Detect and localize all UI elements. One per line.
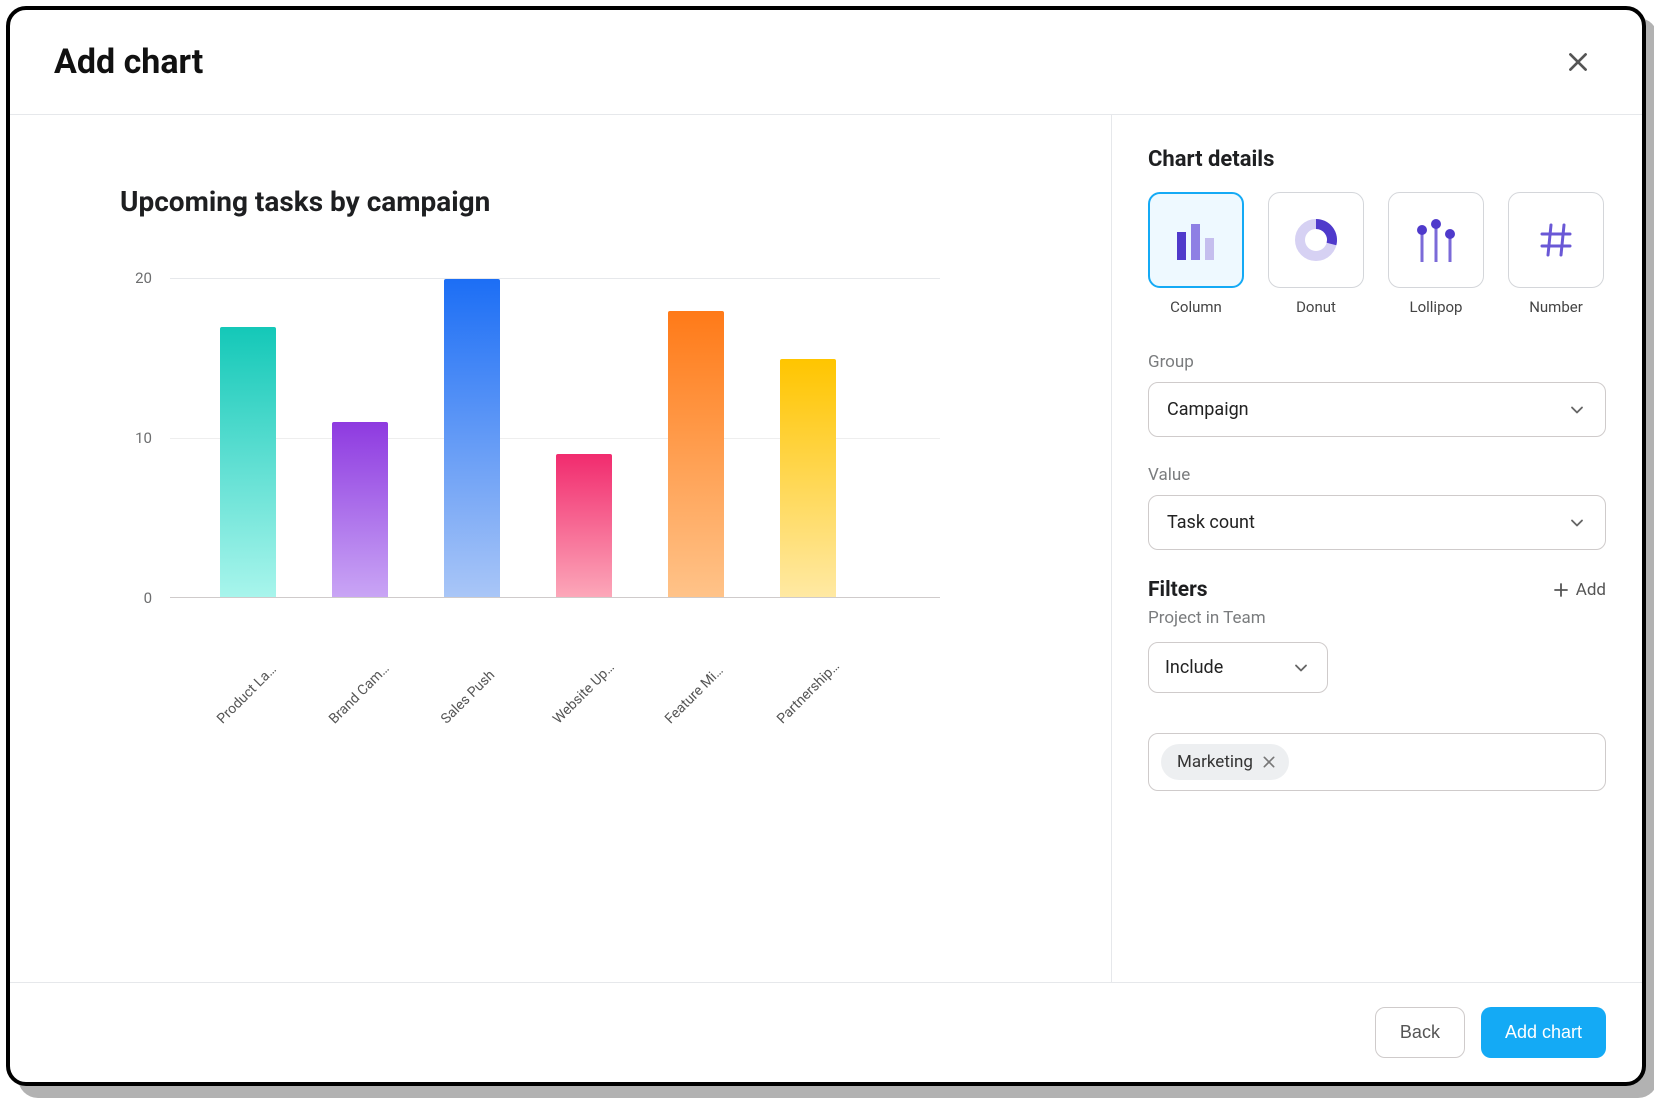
modal-body: Upcoming tasks by campaign 20 10 0 [10, 115, 1642, 982]
chart-type-picker: Column Donut [1148, 192, 1606, 316]
x-axis: Product La… Brand Cam… Sales Push Websit… [170, 682, 940, 698]
value-select-value: Task count [1167, 512, 1255, 533]
filter-tags-box[interactable]: Marketing [1148, 733, 1606, 791]
column-chart-icon [1173, 220, 1219, 260]
bar-website-update [556, 454, 612, 597]
plot-area [170, 278, 940, 598]
chart-type-label: Lollipop [1410, 298, 1463, 316]
bar-feature-migration [668, 311, 724, 597]
value-select[interactable]: Task count [1148, 495, 1606, 550]
y-tick: 0 [144, 589, 152, 607]
chart-type-column-box [1148, 192, 1244, 288]
add-chart-button[interactable]: Add chart [1481, 1007, 1606, 1058]
close-icon [1565, 49, 1591, 75]
chart-type-donut-box [1268, 192, 1364, 288]
plus-icon [1552, 581, 1570, 599]
back-button[interactable]: Back [1375, 1007, 1465, 1058]
number-icon [1536, 220, 1576, 260]
add-filter-label: Add [1576, 580, 1606, 600]
chart-type-lollipop-box [1388, 192, 1484, 288]
chart-area: 20 10 0 Product La… [120, 278, 940, 628]
chart-type-number-box [1508, 192, 1604, 288]
bar-sales-push [444, 279, 500, 597]
x-label: Website Up… [550, 676, 601, 727]
y-axis: 20 10 0 [120, 278, 160, 598]
chart-details-heading: Chart details [1148, 147, 1606, 172]
chevron-down-icon [1291, 658, 1311, 678]
bar-partnership [780, 359, 836, 598]
modal-footer: Back Add chart [10, 982, 1642, 1082]
add-chart-modal: Add chart Upcoming tasks by campaign 20 … [6, 6, 1646, 1086]
chart-type-column[interactable]: Column [1148, 192, 1244, 316]
x-label: Feature Mi… [662, 676, 713, 727]
y-tick: 20 [135, 269, 152, 287]
x-label: Product La… [214, 676, 265, 727]
details-pane: Chart details Column [1112, 115, 1642, 982]
bars [170, 279, 940, 597]
filters-header: Filters Add [1148, 578, 1606, 602]
modal-header: Add chart [10, 10, 1642, 115]
filter-sublabel: Project in Team [1148, 608, 1606, 628]
value-label: Value [1148, 465, 1606, 485]
filters-heading: Filters [1148, 578, 1208, 602]
donut-chart-icon [1293, 217, 1339, 263]
chart-type-lollipop[interactable]: Lollipop [1388, 192, 1484, 316]
y-tick: 10 [135, 429, 152, 447]
x-label: Brand Cam… [326, 676, 377, 727]
bar-brand-campaign [332, 422, 388, 597]
lollipop-chart-icon [1413, 218, 1459, 262]
close-icon [1261, 754, 1277, 770]
modal-title: Add chart [54, 42, 203, 82]
filter-mode-select[interactable]: Include [1148, 642, 1328, 693]
bar-product-launch [220, 327, 276, 597]
add-filter-button[interactable]: Add [1552, 580, 1606, 600]
chart-type-label: Column [1170, 298, 1222, 316]
x-label: Sales Push [438, 676, 489, 727]
x-label: Partnership… [774, 676, 825, 727]
group-label: Group [1148, 352, 1606, 372]
close-button[interactable] [1558, 42, 1598, 82]
filter-tag-marketing: Marketing [1161, 744, 1289, 780]
chevron-down-icon [1567, 513, 1587, 533]
group-select[interactable]: Campaign [1148, 382, 1606, 437]
filter-mode-value: Include [1165, 657, 1223, 678]
chart-type-number[interactable]: Number [1508, 192, 1604, 316]
chart-type-donut[interactable]: Donut [1268, 192, 1364, 316]
remove-tag-button[interactable] [1261, 754, 1277, 770]
preview-pane: Upcoming tasks by campaign 20 10 0 [10, 115, 1112, 982]
chart-type-label: Number [1529, 298, 1583, 316]
chevron-down-icon [1567, 400, 1587, 420]
chart-type-label: Donut [1296, 298, 1336, 316]
group-select-value: Campaign [1167, 399, 1249, 420]
chart-title: Upcoming tasks by campaign [120, 185, 1051, 218]
filter-tag-label: Marketing [1177, 752, 1253, 772]
